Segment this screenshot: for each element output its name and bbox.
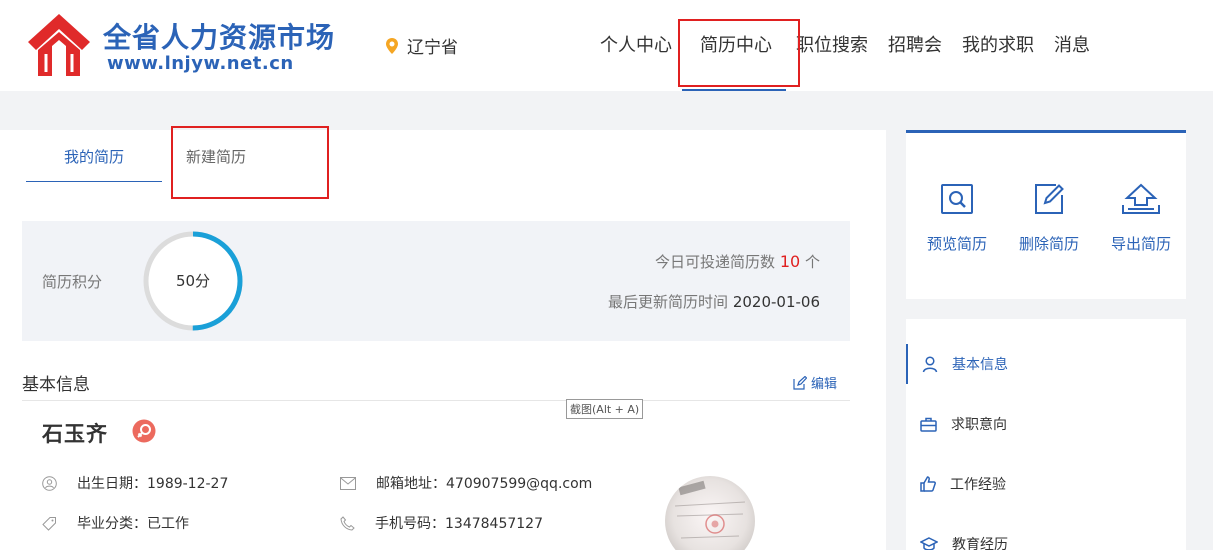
briefcase-icon [920, 417, 937, 432]
user-circle-icon [42, 475, 57, 491]
graduation-cap-icon [920, 536, 938, 550]
graduation-category: 毕业分类：已工作 [77, 516, 189, 532]
nav-messages[interactable]: 消息 [1044, 0, 1100, 91]
side-nav-work-experience[interactable]: 工作经验 [906, 464, 1186, 504]
birth-date-row: 出生日期：1989-12-27 [42, 473, 228, 493]
preview-label: 预览简历 [926, 235, 987, 253]
main-nav: 个人中心 简历中心 职位搜索 招聘会 我的求职 消息 [590, 0, 1100, 91]
side-nav-job-intention-label: 求职意向 [951, 417, 1007, 433]
delete-label: 删除简历 [1018, 235, 1079, 253]
nav-personal-center[interactable]: 个人中心 [590, 0, 682, 91]
export-label: 导出简历 [1110, 235, 1171, 253]
thumbs-up-icon [920, 476, 936, 492]
nav-my-applications[interactable]: 我的求职 [952, 0, 1044, 91]
delivery-unit: 个 [804, 253, 820, 271]
side-nav-education[interactable]: 教育经历 [906, 524, 1186, 550]
tab-my-resume[interactable]: 我的简历 [26, 130, 162, 182]
edit-button[interactable]: 编辑 [793, 373, 837, 392]
phone-icon [340, 515, 355, 531]
header: 全省人力资源市场 www.lnjyw.net.cn 辽宁省 个人中心 简历中心 … [0, 0, 1213, 91]
graduation-row: 毕业分类：已工作 [42, 513, 189, 533]
location-pin-icon [386, 37, 398, 54]
tag-icon [42, 516, 56, 531]
edit-label: 编辑 [811, 377, 838, 392]
email-address: 邮箱地址：470907599@qq.com [376, 476, 593, 492]
score-value: 50分 [175, 272, 211, 290]
side-nav-education-label: 教育经历 [952, 537, 1008, 550]
edit-document-icon [1035, 184, 1064, 214]
logo-icon [28, 14, 90, 76]
resume-section-nav: 基本信息 求职意向 工作经验 教育经历 [906, 319, 1186, 550]
side-nav-basic-info[interactable]: 基本信息 [906, 344, 1186, 384]
location-label: 辽宁省 [407, 38, 458, 58]
divider [22, 400, 850, 401]
side-nav-work-experience-label: 工作经验 [950, 477, 1006, 493]
preview-resume-button[interactable]: 预览简历 [917, 183, 997, 254]
last-updated: 最后更新简历时间 2020-01-06 [608, 291, 820, 312]
email-row: 邮箱地址：470907599@qq.com [340, 473, 592, 493]
resume-tabs: 我的简历 新建简历 [26, 130, 270, 182]
site-url: www.lnjyw.net.cn [107, 53, 294, 74]
edit-icon [793, 375, 807, 390]
section-title-basic-info: 基本信息 [22, 375, 90, 395]
nav-job-fair[interactable]: 招聘会 [878, 0, 952, 91]
updated-label: 最后更新简历时间 [608, 293, 729, 311]
export-resume-button[interactable]: 导出简历 [1101, 183, 1181, 254]
profile-photo[interactable] [665, 476, 755, 550]
female-gender-icon [132, 419, 156, 443]
nav-resume-center[interactable]: 简历中心 [682, 0, 786, 91]
delivery-count: 10 [779, 252, 801, 271]
screenshot-tooltip: 截图(Alt + A) [566, 399, 644, 419]
delete-resume-button[interactable]: 删除简历 [1009, 183, 1089, 254]
side-nav-basic-info-label: 基本信息 [952, 357, 1008, 373]
tab-new-resume[interactable]: 新建简历 [170, 130, 270, 182]
birth-date: 出生日期：1989-12-27 [77, 476, 229, 492]
updated-value: 2020-01-06 [732, 293, 820, 311]
phone-row: 手机号码：13478457127 [340, 513, 543, 533]
resume-panel: 我的简历 新建简历 简历积分 50分 今日可投递简历数 10 个 最后更新简历时… [0, 126, 886, 550]
person-name: 石玉齐 [42, 422, 108, 446]
phone-number: 手机号码：13478457127 [375, 516, 543, 532]
score-summary: 简历积分 50分 今日可投递简历数 10 个 最后更新简历时间 2020-01-… [22, 221, 850, 341]
side-nav-job-intention[interactable]: 求职意向 [906, 404, 1186, 444]
site-name: 全省人力资源市场 [103, 21, 336, 54]
resume-actions-card: 预览简历 删除简历 导出简历 [906, 130, 1186, 299]
delivery-label: 今日可投递简历数 [655, 253, 776, 271]
location-selector[interactable]: 辽宁省 [385, 33, 458, 58]
user-icon [922, 355, 938, 372]
profile-photo-image [674, 480, 746, 539]
score-label: 简历积分 [42, 273, 103, 291]
daily-delivery-quota: 今日可投递简历数 10 个 [655, 251, 820, 272]
nav-job-search[interactable]: 职位搜索 [786, 0, 878, 91]
preview-icon [941, 184, 973, 214]
mail-icon [340, 476, 356, 490]
upload-icon [1122, 183, 1160, 214]
